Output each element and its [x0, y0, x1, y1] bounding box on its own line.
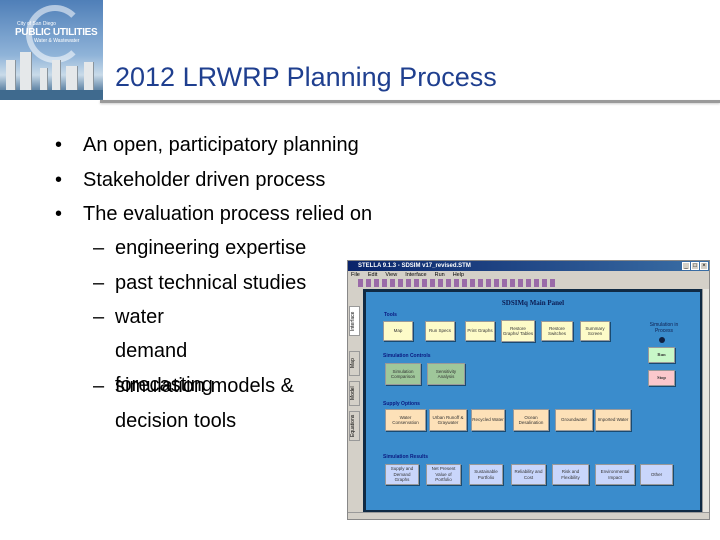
- reliability-cost-button: Reliability and Cost: [511, 464, 546, 485]
- print-graphs-button: Print Graphs: [465, 321, 495, 341]
- ocean-desalination-button: Ocean Desalination: [513, 409, 549, 431]
- bullet: • Stakeholder driven process: [55, 169, 326, 191]
- supply-demand-graphs-button: Supply and Demand Graphs: [385, 464, 419, 485]
- menu-bar: File Edit View Interface Run Help: [348, 271, 464, 279]
- menu-file: File: [351, 272, 360, 278]
- recycled-water-button: Recycled Water: [471, 409, 505, 431]
- skyline: [84, 62, 94, 90]
- panel-title: SDSIMq Main Panel: [501, 299, 565, 307]
- skyline: [66, 66, 78, 90]
- bullet-text: simulation models & decision tools: [115, 375, 294, 432]
- title-divider: [100, 100, 720, 103]
- map-button: Map: [383, 321, 413, 341]
- menu-edit: Edit: [367, 272, 378, 278]
- bullet: • The evaluation process relied on: [55, 203, 373, 225]
- skyline: [20, 52, 32, 90]
- controls-label: Simulation Controls: [383, 353, 431, 359]
- sub-bullet: – past technical studies: [93, 272, 307, 294]
- public-utilities-logo: City of San Diego PUBLIC UTILITIES Water…: [0, 0, 103, 100]
- other-button: Other: [640, 464, 673, 485]
- bullet: • An open, participatory planning: [55, 134, 359, 156]
- slide-title: 2012 LRWRP Planning Process: [115, 62, 497, 92]
- maximize-icon: □: [691, 262, 699, 270]
- bullet-text: engineering expertise: [115, 237, 307, 259]
- close-icon: ×: [700, 262, 708, 270]
- window-title: STELLA 9.1.3 - SDSIM v17_revised.STM: [348, 261, 709, 271]
- menu-help: Help: [452, 272, 464, 278]
- toolbar: [358, 279, 558, 287]
- sub-bullet: – engineering expertise: [93, 237, 307, 259]
- vertical-scrollbar: [702, 289, 709, 513]
- results-label: Simulation Results: [383, 454, 429, 460]
- minimize-icon: _: [682, 262, 690, 270]
- restore-switches-button: Restore Switches: [541, 321, 573, 341]
- stop-button: Stop: [648, 370, 675, 386]
- tab-equations: Equations: [349, 411, 360, 441]
- run-specs-button: Run Specs: [425, 321, 455, 341]
- skyline: [40, 68, 48, 90]
- horizontal-scrollbar: [348, 512, 709, 519]
- sub-bullet: – water demand forecasting: [93, 305, 213, 396]
- imported-water-button: Imported Water: [595, 409, 631, 431]
- risk-flexibility-button: Risk and Flexibility: [552, 464, 589, 485]
- supply-label: Supply Options: [383, 401, 420, 407]
- bullet-text: An open, participatory planning: [83, 134, 359, 156]
- logo-sub: Water & Wastewater: [34, 38, 80, 44]
- sensitivity-analysis-button: Sensitivity Analysis: [427, 363, 465, 385]
- water-conservation-button: Water Conservation: [385, 409, 426, 431]
- tab-model: Model: [349, 381, 360, 406]
- main-panel: SDSIMq Main Panel Tools Map Run Specs Pr…: [363, 289, 703, 513]
- groundwater-button: Groundwater: [555, 409, 593, 431]
- stella-screenshot: STELLA 9.1.3 - SDSIM v17_revised.STM _ □ ×…: [347, 260, 710, 520]
- bay: [0, 90, 103, 100]
- sub-bullet: – simulation models & decision tools: [93, 374, 294, 432]
- tab-interface: Interface: [349, 306, 360, 336]
- menu-interface: Interface: [405, 272, 427, 278]
- sustainable-portfolio-button: Sustainable Portfolio: [469, 464, 503, 485]
- environmental-impact-button: Environmental Impact: [595, 464, 635, 485]
- bullet-text: The evaluation process relied on: [83, 203, 373, 225]
- bullet-text: Stakeholder driven process: [83, 169, 326, 191]
- skyline: [6, 60, 16, 90]
- logo-name: PUBLIC UTILITIES: [15, 27, 98, 38]
- tools-label: Tools: [384, 312, 397, 318]
- run-button: Run: [648, 347, 675, 363]
- menu-view: View: [385, 272, 398, 278]
- tab-map: Map: [349, 351, 360, 376]
- restore-graphs-button: Restore Graphs/ Tables: [501, 320, 535, 342]
- urban-runoff-button: Urban Runoff & Graywater: [429, 409, 467, 431]
- summary-screen-button: Summary Screen: [580, 321, 610, 341]
- bullet-text: past technical studies: [115, 272, 307, 294]
- simulation-comparison-button: Simulation Comparison: [385, 363, 421, 385]
- net-present-value-button: Net Present Value of Portfolio: [426, 464, 461, 485]
- menu-run: Run: [434, 272, 445, 278]
- skyline: [52, 60, 61, 90]
- status-indicator-icon: [659, 337, 665, 343]
- simulation-status: Simulation in Process: [649, 322, 679, 334]
